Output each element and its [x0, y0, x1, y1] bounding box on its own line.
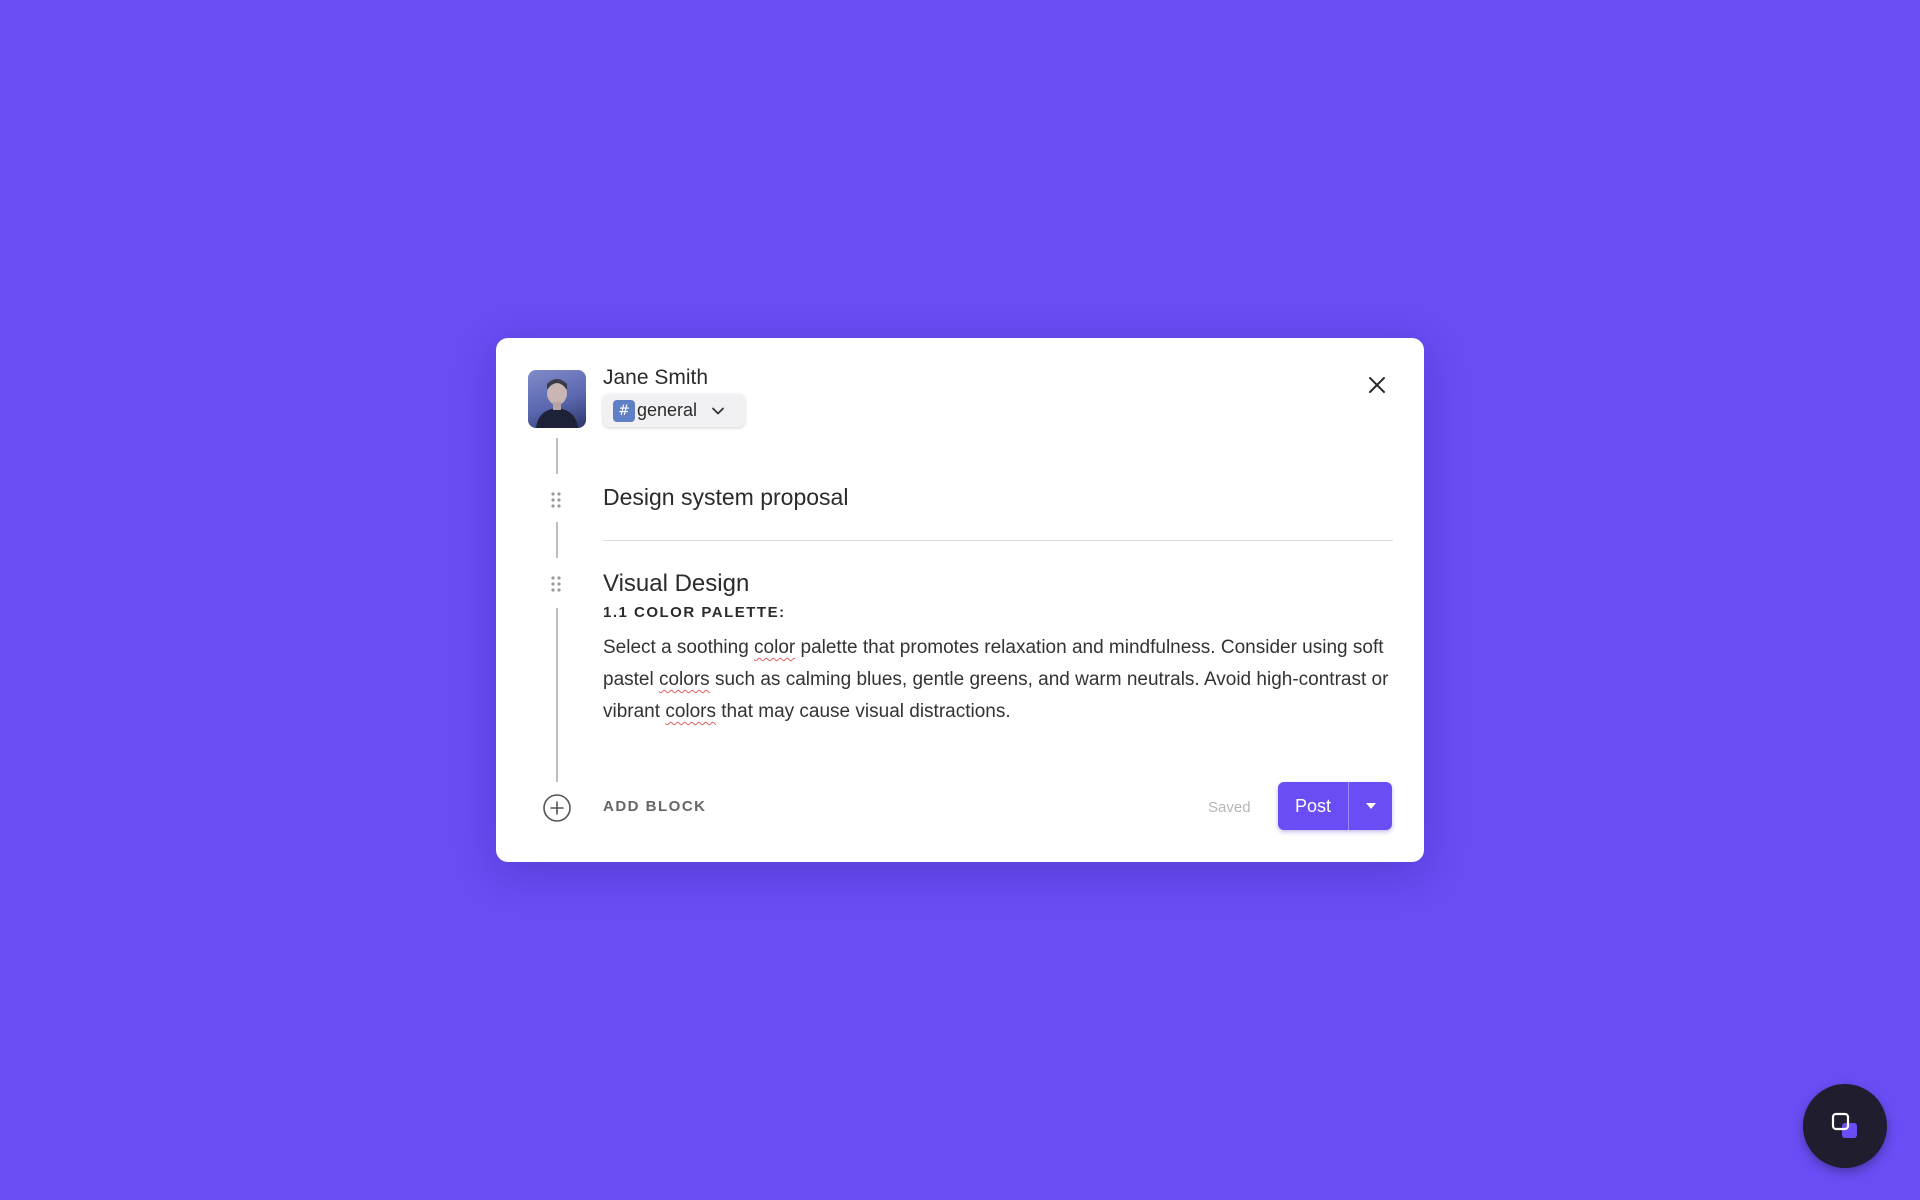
misspelled-word: colors [665, 701, 716, 722]
floating-action-button[interactable] [1803, 1084, 1887, 1168]
body-text-segment: that may cause visual distractions. [716, 701, 1011, 722]
body-text-segment: Select a soothing [603, 637, 755, 658]
subsection-heading[interactable]: 1.1 COLOR PALETTE: [603, 604, 786, 621]
section-heading[interactable]: Visual Design [603, 570, 749, 598]
post-button-group: Post [1278, 782, 1392, 830]
close-icon[interactable] [1366, 374, 1388, 396]
channel-selector[interactable]: # general [603, 394, 745, 427]
copy-icon [1831, 1112, 1857, 1138]
drag-handle-icon[interactable] [549, 575, 563, 593]
misspelled-word: color [754, 637, 796, 658]
timeline-rail [556, 608, 558, 782]
channel-hash-icon: # [613, 399, 635, 422]
author-name: Jane Smith [603, 366, 709, 389]
misspelled-word: colors [658, 669, 710, 690]
post-options-button[interactable] [1349, 782, 1392, 830]
caret-down-icon [1365, 803, 1376, 809]
plus-circle-icon[interactable] [542, 793, 572, 823]
body-paragraph[interactable]: Select a soothing color palette that pro… [603, 632, 1393, 728]
add-block-button[interactable]: ADD BLOCK [603, 798, 707, 815]
divider [603, 540, 1393, 541]
timeline-rail [556, 438, 558, 474]
post-composer-card: Jane Smith # general Design system propo… [496, 338, 1424, 862]
timeline-rail [556, 522, 558, 558]
post-button[interactable]: Post [1278, 782, 1348, 830]
drag-handle-icon[interactable] [549, 491, 563, 509]
save-status: Saved [1208, 799, 1251, 816]
post-title[interactable]: Design system proposal [603, 484, 848, 511]
channel-label: general [637, 400, 698, 420]
chevron-down-icon [712, 407, 724, 414]
avatar [528, 370, 586, 428]
